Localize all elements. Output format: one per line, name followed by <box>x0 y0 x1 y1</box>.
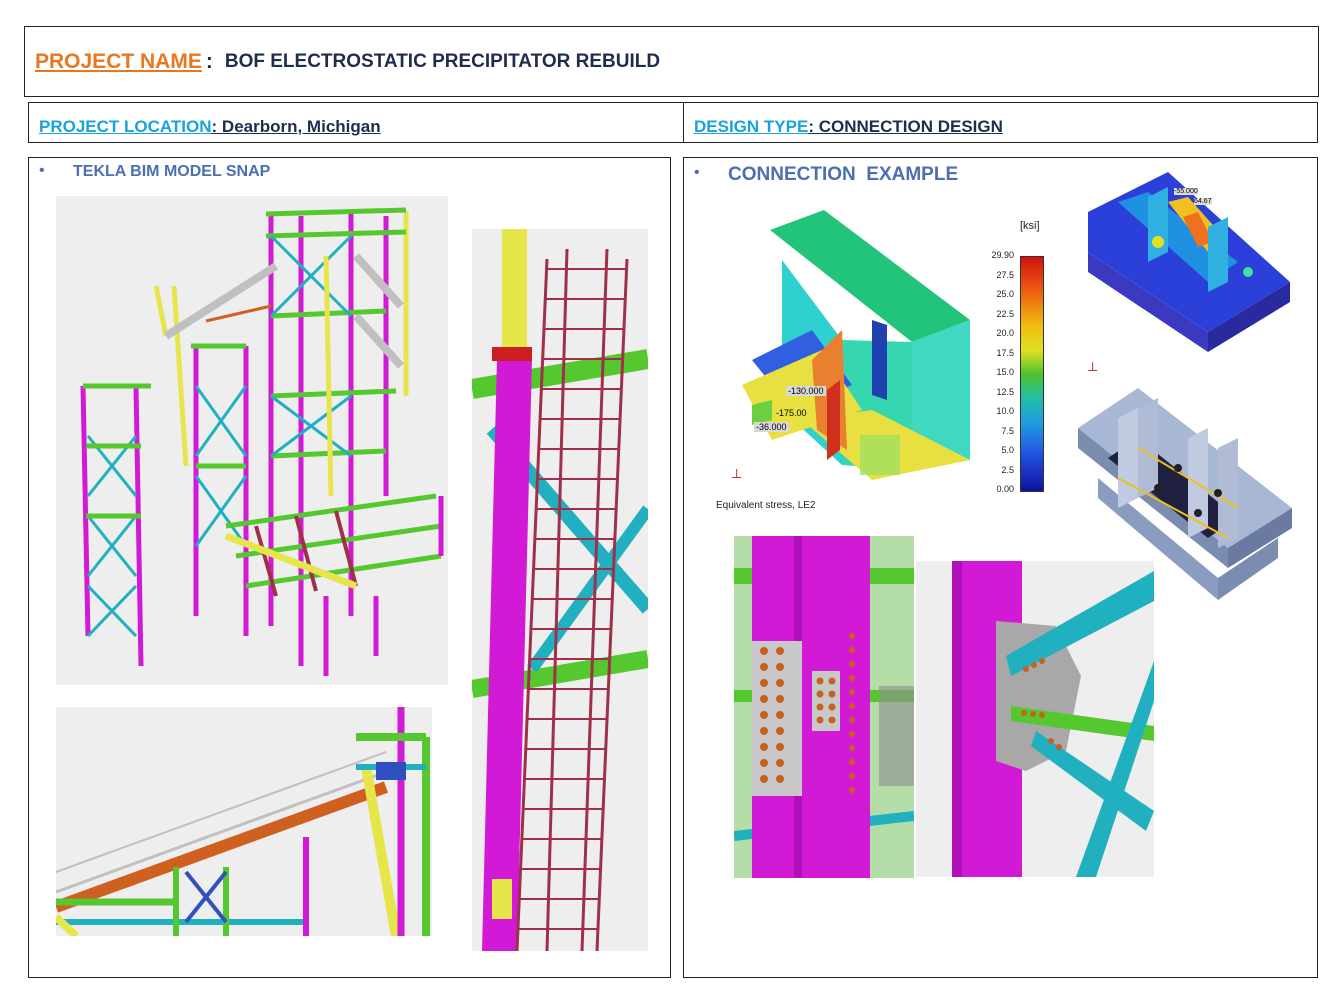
stress-annotation-3: -36.000 <box>754 422 789 432</box>
bolt <box>776 679 784 687</box>
stress-scale-label: 27.5 <box>996 269 1014 280</box>
gusset-brace-image <box>916 561 1154 877</box>
tekla-bim-model-image <box>56 196 448 685</box>
bolt <box>816 716 824 724</box>
bolt <box>828 716 836 724</box>
bolt <box>776 727 784 735</box>
bolt <box>760 727 768 735</box>
bolt <box>849 773 855 779</box>
stress-plot-caption: Equivalent stress, LE2 <box>716 500 816 511</box>
bolt <box>816 677 824 685</box>
bolt <box>776 695 784 703</box>
project-location-box: PROJECT LOCATION : Dearborn, Michigan <box>28 102 684 143</box>
bolt <box>816 703 824 711</box>
right-panel-title: CONNECTION EXAMPLE <box>728 164 959 185</box>
bolt <box>849 745 855 751</box>
bolt <box>828 677 836 685</box>
bolt <box>849 717 855 723</box>
stress-contour-plot: [ksi] 29.90 27.5 25.0 22.5 20.0 17.5 15.0 12.5 1… <box>712 210 1076 520</box>
bolt <box>849 731 855 737</box>
stress-scale-label: 12.5 <box>996 386 1014 397</box>
small-stress-plot: -55.000 64.67 <box>1088 172 1290 352</box>
stress-scale-label: 22.5 <box>996 308 1014 319</box>
bolt <box>849 633 855 639</box>
bolt <box>849 675 855 681</box>
bolt <box>849 703 855 709</box>
bolt <box>776 711 784 719</box>
stress-scale-label: 17.5 <box>996 347 1014 358</box>
ladder-detail-image <box>472 229 648 951</box>
bolt <box>760 775 768 783</box>
bolt <box>828 690 836 698</box>
bolt <box>776 775 784 783</box>
axis-triad-icon-2: ⟂ <box>1088 358 1098 374</box>
stair-detail-image <box>56 707 432 936</box>
stress-scale-label: 5.0 <box>1001 445 1014 455</box>
stress-scale-label: 10.0 <box>996 406 1014 416</box>
project-name-label: PROJECT NAME <box>35 49 202 73</box>
bolt <box>776 663 784 671</box>
bolt <box>849 661 855 667</box>
design-type-box: DESIGN TYPE : CONNECTION DESIGN <box>683 102 1318 143</box>
bolt <box>760 663 768 671</box>
bolt <box>849 759 855 765</box>
bolt <box>760 647 768 655</box>
bolt <box>760 695 768 703</box>
design-type-label: DESIGN TYPE <box>694 117 809 136</box>
stress-scale-label: 0.00 <box>996 484 1014 494</box>
left-panel-bullet: • <box>39 162 45 179</box>
right-panel: • CONNECTION EXAMPLE [ksi] 29.90 27.5 25.0… <box>683 157 1318 978</box>
stress-scale-label: 7.5 <box>1001 425 1014 436</box>
bolt <box>776 743 784 751</box>
bolt <box>849 647 855 653</box>
bolted-splice-image <box>734 536 914 878</box>
stress-scale-label: 20.0 <box>996 328 1014 338</box>
right-panel-bullet: • <box>694 164 700 181</box>
project-location-value: : Dearborn, Michigan <box>211 117 381 136</box>
stress-scale-label: 25.0 <box>996 289 1014 299</box>
stress-unit-label: [ksi] <box>1020 220 1040 232</box>
bolt <box>760 679 768 687</box>
axis-triad-icon: ⟂ <box>732 465 742 481</box>
stress-annotation-2: -175.00 <box>776 408 807 418</box>
bolt <box>816 690 824 698</box>
bolt <box>760 759 768 767</box>
project-name-value: BOF ELECTROSTATIC PRECIPITATOR REBUILD <box>224 50 661 72</box>
stress-scale-label: 15.0 <box>996 367 1014 377</box>
project-name-colon: : <box>205 49 213 73</box>
bolt <box>760 711 768 719</box>
small-plot-annotation-2: 64.67 <box>1194 198 1212 205</box>
bolt <box>760 743 768 751</box>
stress-scale-label: 29.90 <box>991 250 1014 260</box>
bolt <box>776 759 784 767</box>
stress-color-scale <box>1020 256 1044 492</box>
stress-scale-label: 2.5 <box>1001 464 1014 475</box>
bolt <box>849 787 855 793</box>
project-location-label: PROJECT LOCATION <box>39 117 212 136</box>
project-name-header: PROJECT NAME : BOF ELECTROSTATIC PRECIPI… <box>24 26 1319 97</box>
bolt <box>776 647 784 655</box>
left-panel: • TEKLA BIM MODEL SNAP <box>28 157 671 978</box>
bolt <box>828 703 836 711</box>
bolt <box>849 689 855 695</box>
left-panel-title: TEKLA BIM MODEL SNAP <box>73 163 271 180</box>
design-type-value: : CONNECTION DESIGN <box>808 117 1003 136</box>
small-plot-annotation-1: -55.000 <box>1174 188 1198 195</box>
stress-annotation-1: -130.000 <box>786 386 826 396</box>
